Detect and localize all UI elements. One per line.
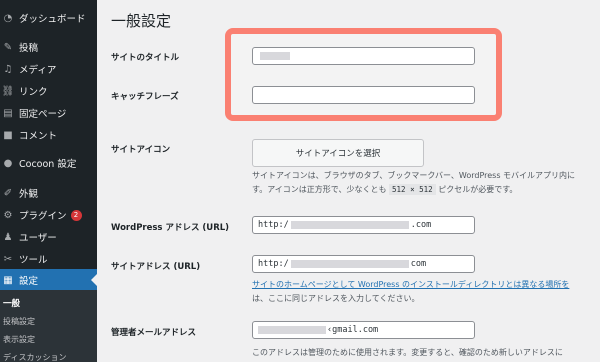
tagline-input[interactable]	[252, 86, 475, 104]
menu-item-pages[interactable]: ▤ 固定ページ	[0, 102, 97, 124]
site-icon-label: サイトアイコン	[111, 145, 171, 155]
menu-label: リンク	[19, 87, 48, 98]
site-title-label: サイトのタイトル	[111, 53, 180, 63]
admin-email-label: 管理者メールアドレス	[111, 328, 197, 338]
menu-label: ダッシュボード	[19, 14, 86, 25]
wrench-icon: ✂	[3, 253, 13, 265]
menu-item-dashboard[interactable]: ◔ ダッシュボード	[0, 7, 97, 29]
pin-icon: ✎	[3, 41, 13, 53]
menu-item-posts[interactable]: ✎ 投稿	[0, 36, 97, 58]
brush-icon: ✐	[3, 187, 13, 199]
wp-url-label: WordPress アドレス (URL)	[111, 223, 230, 233]
admin-sidebar: ◔ ダッシュボード ✎ 投稿 ♫ メディア ⛓ リンク ▤ 固定ページ ■ コメ…	[0, 0, 97, 362]
dashboard-icon: ◔	[3, 12, 13, 24]
menu-item-tools[interactable]: ✂ ツール	[0, 248, 97, 270]
user-icon: ♟	[3, 231, 13, 243]
menu-label: 外観	[19, 189, 39, 200]
page-icon: ▤	[3, 107, 13, 119]
menu-label: ユーザー	[19, 233, 57, 244]
site-url-help-2: は、ここに同じアドレスを入力してください。	[252, 294, 420, 303]
select-site-icon-button[interactable]: サイトアイコンを選択	[252, 139, 424, 167]
admin-email-help: このアドレスは管理のために使用されます。変更すると、確認のため新しいアドレスに	[252, 348, 563, 357]
link-icon: ⛓	[1, 85, 15, 97]
site-url-label: サイトアドレス (URL)	[111, 262, 201, 272]
tagline-label: キャッチフレーズ	[111, 92, 179, 102]
plugin-icon: ⚙	[3, 209, 13, 221]
redacted-text	[260, 52, 290, 60]
menu-item-appearance[interactable]: ✐ 外観	[0, 182, 97, 204]
menu-item-links[interactable]: ⛓ リンク	[0, 80, 97, 102]
update-count-badge: 2	[70, 209, 82, 221]
menu-item-cocoon[interactable]: ● Cocoon 設定	[0, 152, 97, 174]
menu-label: メディア	[19, 65, 57, 76]
redacted-text	[290, 260, 409, 268]
menu-item-plugins[interactable]: ⚙ プラグイン 2	[0, 204, 97, 226]
highlight-annotation	[225, 28, 502, 121]
redacted-text	[290, 221, 409, 229]
icon-size-code: 512 × 512	[389, 184, 436, 195]
menu-item-settings[interactable]: ▦ 設定	[0, 269, 97, 291]
cocoon-icon: ●	[3, 157, 13, 169]
submenu-general[interactable]: 一般	[3, 297, 20, 309]
submenu-reading[interactable]: 表示設定	[3, 334, 35, 345]
settings-submenu: 一般 投稿設定 表示設定 ディスカッション	[0, 290, 97, 362]
site-url-input[interactable]: http:/ com	[252, 255, 475, 273]
wp-url-input[interactable]: http:/ .com	[252, 216, 475, 234]
settings-icon: ▦	[3, 274, 13, 286]
site-url-help-link[interactable]: サイトのホームページとして WordPress のインストールディレクトリとは異…	[252, 280, 569, 289]
menu-item-comments[interactable]: ■ コメント	[0, 124, 97, 146]
menu-label: コメント	[19, 131, 58, 142]
menu-label: プラグイン	[19, 211, 67, 222]
submenu-discussion[interactable]: ディスカッション	[3, 352, 66, 362]
site-title-input[interactable]	[252, 47, 475, 65]
admin-email-input[interactable]: ‹gmail.com	[252, 321, 475, 339]
media-icon: ♫	[3, 63, 13, 75]
site-icon-size-note: す。アイコンは正方形で、少なくとも 512 × 512 ピクセルが必要です。	[252, 184, 518, 195]
menu-label: 設定	[19, 276, 39, 287]
site-icon-description: サイトアイコンは、ブラウザのタブ、ブックマークバー、WordPress モバイル…	[252, 171, 576, 180]
menu-label: Cocoon 設定	[19, 159, 77, 170]
comment-icon: ■	[3, 129, 13, 141]
site-url-help: サイトのホームページとして WordPress のインストールディレクトリとは異…	[252, 279, 569, 290]
menu-item-users[interactable]: ♟ ユーザー	[0, 226, 97, 248]
menu-label: 投稿	[19, 43, 39, 54]
redacted-text	[258, 326, 326, 334]
submenu-writing[interactable]: 投稿設定	[3, 316, 35, 327]
menu-label: ツール	[19, 255, 48, 266]
settings-main: 一般設定 サイトのタイトル キャッチフレーズ サイトアイコン サイトアイコンを選…	[97, 0, 600, 362]
menu-item-media[interactable]: ♫ メディア	[0, 58, 97, 80]
page-title: 一般設定	[111, 12, 172, 30]
menu-label: 固定ページ	[19, 109, 67, 120]
